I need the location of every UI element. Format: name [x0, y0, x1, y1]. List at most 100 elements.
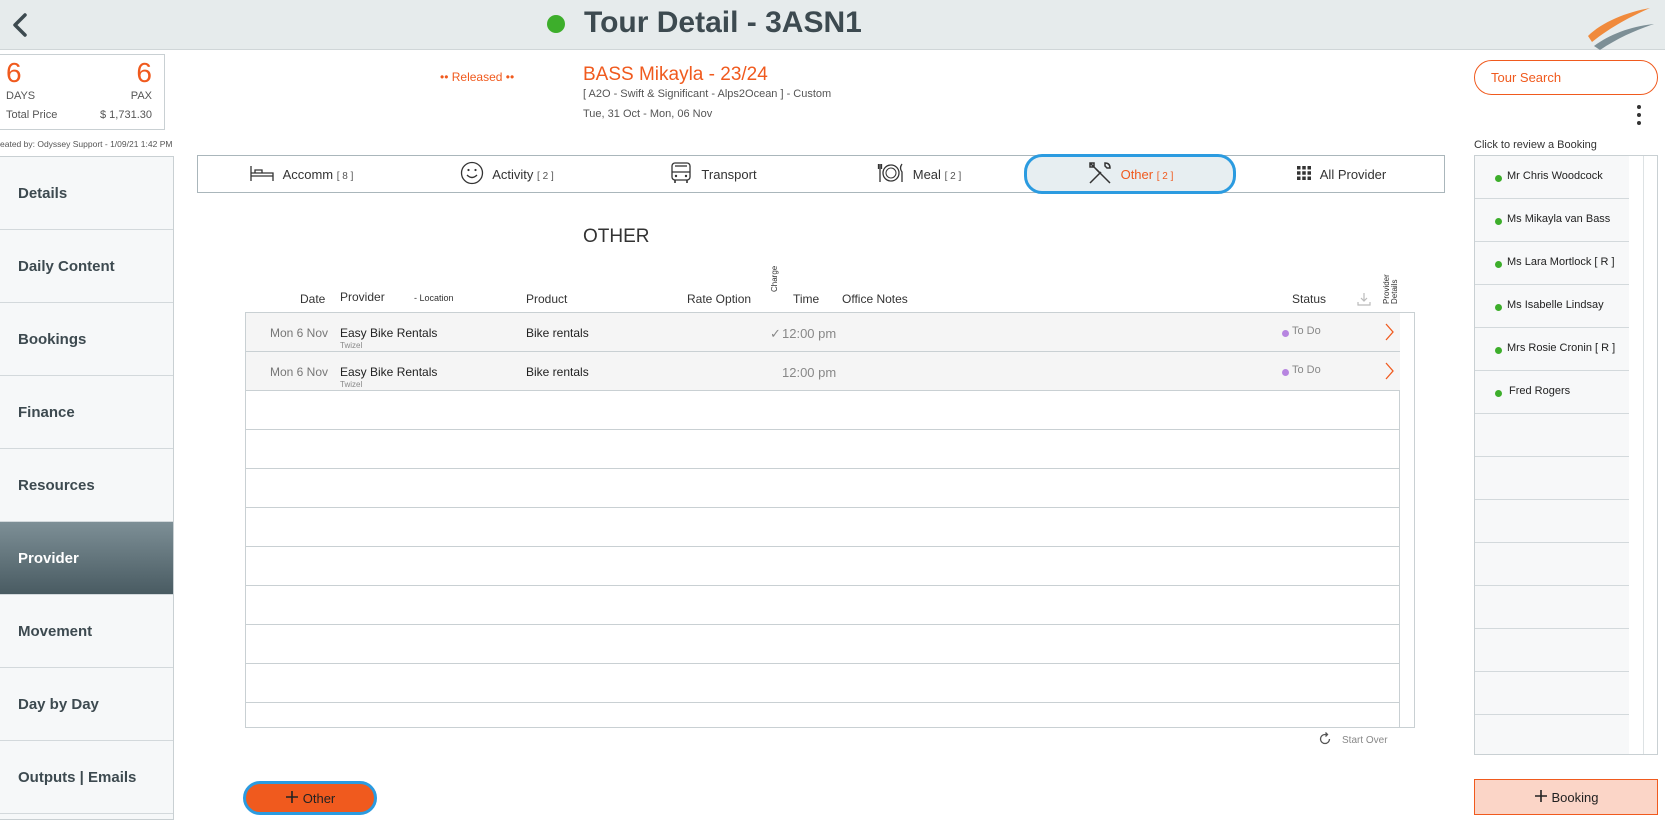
passenger-item[interactable]: Fred Rogers: [1475, 371, 1629, 414]
start-over-button[interactable]: Start Over: [1318, 732, 1388, 749]
passenger-item[interactable]: Ms Lara Mortlock [ R ]: [1475, 242, 1629, 285]
tab-label: Accomm: [282, 166, 334, 182]
tab-count: [ 2 ]: [944, 170, 962, 182]
passenger-scrollbar[interactable]: [1643, 156, 1657, 754]
status-dot: [1495, 390, 1502, 397]
status-dot: [1495, 218, 1502, 225]
tab-all-provider[interactable]: All Provider: [1238, 156, 1444, 192]
passenger-name: Mr Chris Woodcock: [1507, 170, 1603, 182]
header-provider-details: Provider Details: [1382, 274, 1399, 304]
header-location: - Location: [414, 293, 454, 303]
empty-row: [246, 508, 1400, 547]
row-product: Bike rentals: [526, 326, 589, 340]
sidebar-item-resources[interactable]: Resources: [0, 449, 173, 522]
empty-row: [246, 664, 1400, 703]
empty-passenger-row: [1475, 629, 1629, 672]
back-chevron-icon[interactable]: [6, 10, 36, 40]
chevron-right-icon[interactable]: [1384, 323, 1394, 344]
brand-logo: [1582, 2, 1658, 52]
table-scrollbar[interactable]: [1399, 313, 1414, 727]
top-bar: Tour Detail - 3ASN1: [0, 0, 1665, 50]
status-dot: [1495, 347, 1502, 354]
table-row[interactable]: Mon 6 Nov Easy Bike Rentals Twizel Bike …: [246, 352, 1400, 391]
table-header: Date Provider - Location Product Rate Op…: [245, 260, 1415, 312]
empty-row: [246, 430, 1400, 469]
row-status[interactable]: To Do: [1292, 325, 1321, 337]
tab-count: [ 2 ]: [1156, 170, 1174, 182]
created-by-text: eated by: Odyssey Support - 1/09/21 1:42…: [0, 139, 173, 149]
passenger-name: Mrs Rosie Cronin [ R ]: [1507, 342, 1616, 354]
add-other-label: Other: [302, 790, 336, 806]
other-table: Mon 6 Nov Easy Bike Rentals Twizel Bike …: [245, 312, 1415, 728]
status-dot: [1495, 175, 1502, 182]
row-product: Bike rentals: [526, 365, 589, 379]
empty-row: [246, 625, 1400, 664]
row-time: 12:00 pm: [782, 326, 837, 341]
status-dot: [1495, 304, 1502, 311]
tab-activity[interactable]: Activity [ 2 ]: [404, 156, 610, 192]
review-booking-hint: Click to review a Booking: [1474, 139, 1597, 151]
pax-label: PAX: [130, 90, 152, 102]
sidebar-item-outputs-emails[interactable]: Outputs | Emails: [0, 741, 173, 814]
header-provider: Provider: [340, 290, 385, 304]
header-charge: Charge: [770, 265, 779, 292]
tab-accomm[interactable]: Accomm [ 8 ]: [198, 156, 404, 192]
tab-transport[interactable]: Transport: [610, 156, 816, 192]
tour-summary-box: 6 6 DAYS PAX Total Price $ 1,731.30: [0, 54, 165, 130]
bus-icon: [669, 161, 693, 188]
sidebar-item-details[interactable]: Details: [0, 157, 173, 230]
row-provider: Easy Bike Rentals: [340, 365, 438, 379]
empty-row: [246, 586, 1400, 625]
add-booking-label: Booking: [1551, 789, 1599, 805]
total-price-value: $ 1,731.30: [100, 109, 152, 121]
row-status[interactable]: To Do: [1292, 364, 1321, 376]
passenger-list: Mr Chris Woodcock Ms Mikayla van Bass Ms…: [1474, 155, 1658, 755]
passenger-item[interactable]: Ms Isabelle Lindsay: [1475, 285, 1629, 328]
empty-passenger-row: [1475, 672, 1629, 715]
tab-label: Transport: [701, 166, 757, 182]
smiley-icon: [460, 161, 484, 188]
download-icon[interactable]: [1357, 292, 1371, 309]
tab-other[interactable]: Other [ 2 ]: [1024, 154, 1236, 194]
status-dot: [547, 15, 565, 33]
sidebar-item-provider[interactable]: Provider: [0, 522, 173, 595]
sidebar-item-bookings[interactable]: Bookings: [0, 303, 173, 376]
page-title: Tour Detail - 3ASN1: [584, 6, 862, 39]
grid-icon: [1296, 165, 1312, 184]
empty-row: [246, 391, 1400, 430]
tab-meal[interactable]: Meal [ 2 ]: [816, 156, 1022, 192]
row-charge-check: ✓: [770, 326, 781, 341]
sidebar-item-daily-content[interactable]: Daily Content: [0, 230, 173, 303]
sidebar-item-finance[interactable]: Finance: [0, 376, 173, 449]
row-date: Mon 6 Nov: [270, 365, 329, 379]
add-booking-button[interactable]: Booking: [1474, 779, 1658, 815]
passenger-name: Ms Lara Mortlock [ R ]: [1507, 256, 1615, 268]
bed-icon: [249, 164, 275, 185]
row-provider: Easy Bike Rentals: [340, 326, 438, 340]
add-other-button[interactable]: Other: [243, 781, 377, 815]
sidebar-nav: Details Daily Content Bookings Finance R…: [0, 156, 174, 820]
more-vertical-icon[interactable]: [1634, 103, 1644, 127]
table-row[interactable]: Mon 6 Nov Easy Bike Rentals Twizel Bike …: [246, 313, 1400, 352]
empty-passenger-row: [1475, 715, 1629, 754]
provider-tabs: Accomm [ 8 ] Activity [ 2 ] Transport Me…: [197, 154, 1445, 194]
passenger-item[interactable]: Ms Mikayla van Bass: [1475, 199, 1629, 242]
header-product: Product: [526, 292, 568, 306]
passenger-item[interactable]: Mr Chris Woodcock: [1475, 156, 1629, 199]
tour-dates: Tue, 31 Oct - Mon, 06 Nov: [583, 108, 713, 120]
sidebar-item-movement[interactable]: Movement: [0, 595, 173, 668]
section-title: OTHER: [583, 226, 650, 247]
passenger-name: Ms Isabelle Lindsay: [1507, 299, 1604, 311]
refresh-icon: [1318, 732, 1332, 749]
plus-icon: [1534, 789, 1548, 806]
tour-search-button[interactable]: Tour Search: [1474, 60, 1658, 95]
row-location: Twizel: [340, 380, 363, 389]
tools-icon: [1087, 160, 1113, 189]
sidebar-item-day-by-day[interactable]: Day by Day: [0, 668, 173, 741]
tab-count: [ 2 ]: [537, 170, 554, 182]
chevron-right-icon[interactable]: [1384, 362, 1394, 383]
days-count: 6: [6, 57, 22, 88]
tab-label: Other: [1120, 166, 1154, 182]
header-date: Date: [300, 292, 326, 306]
passenger-item[interactable]: Mrs Rosie Cronin [ R ]: [1475, 328, 1629, 371]
